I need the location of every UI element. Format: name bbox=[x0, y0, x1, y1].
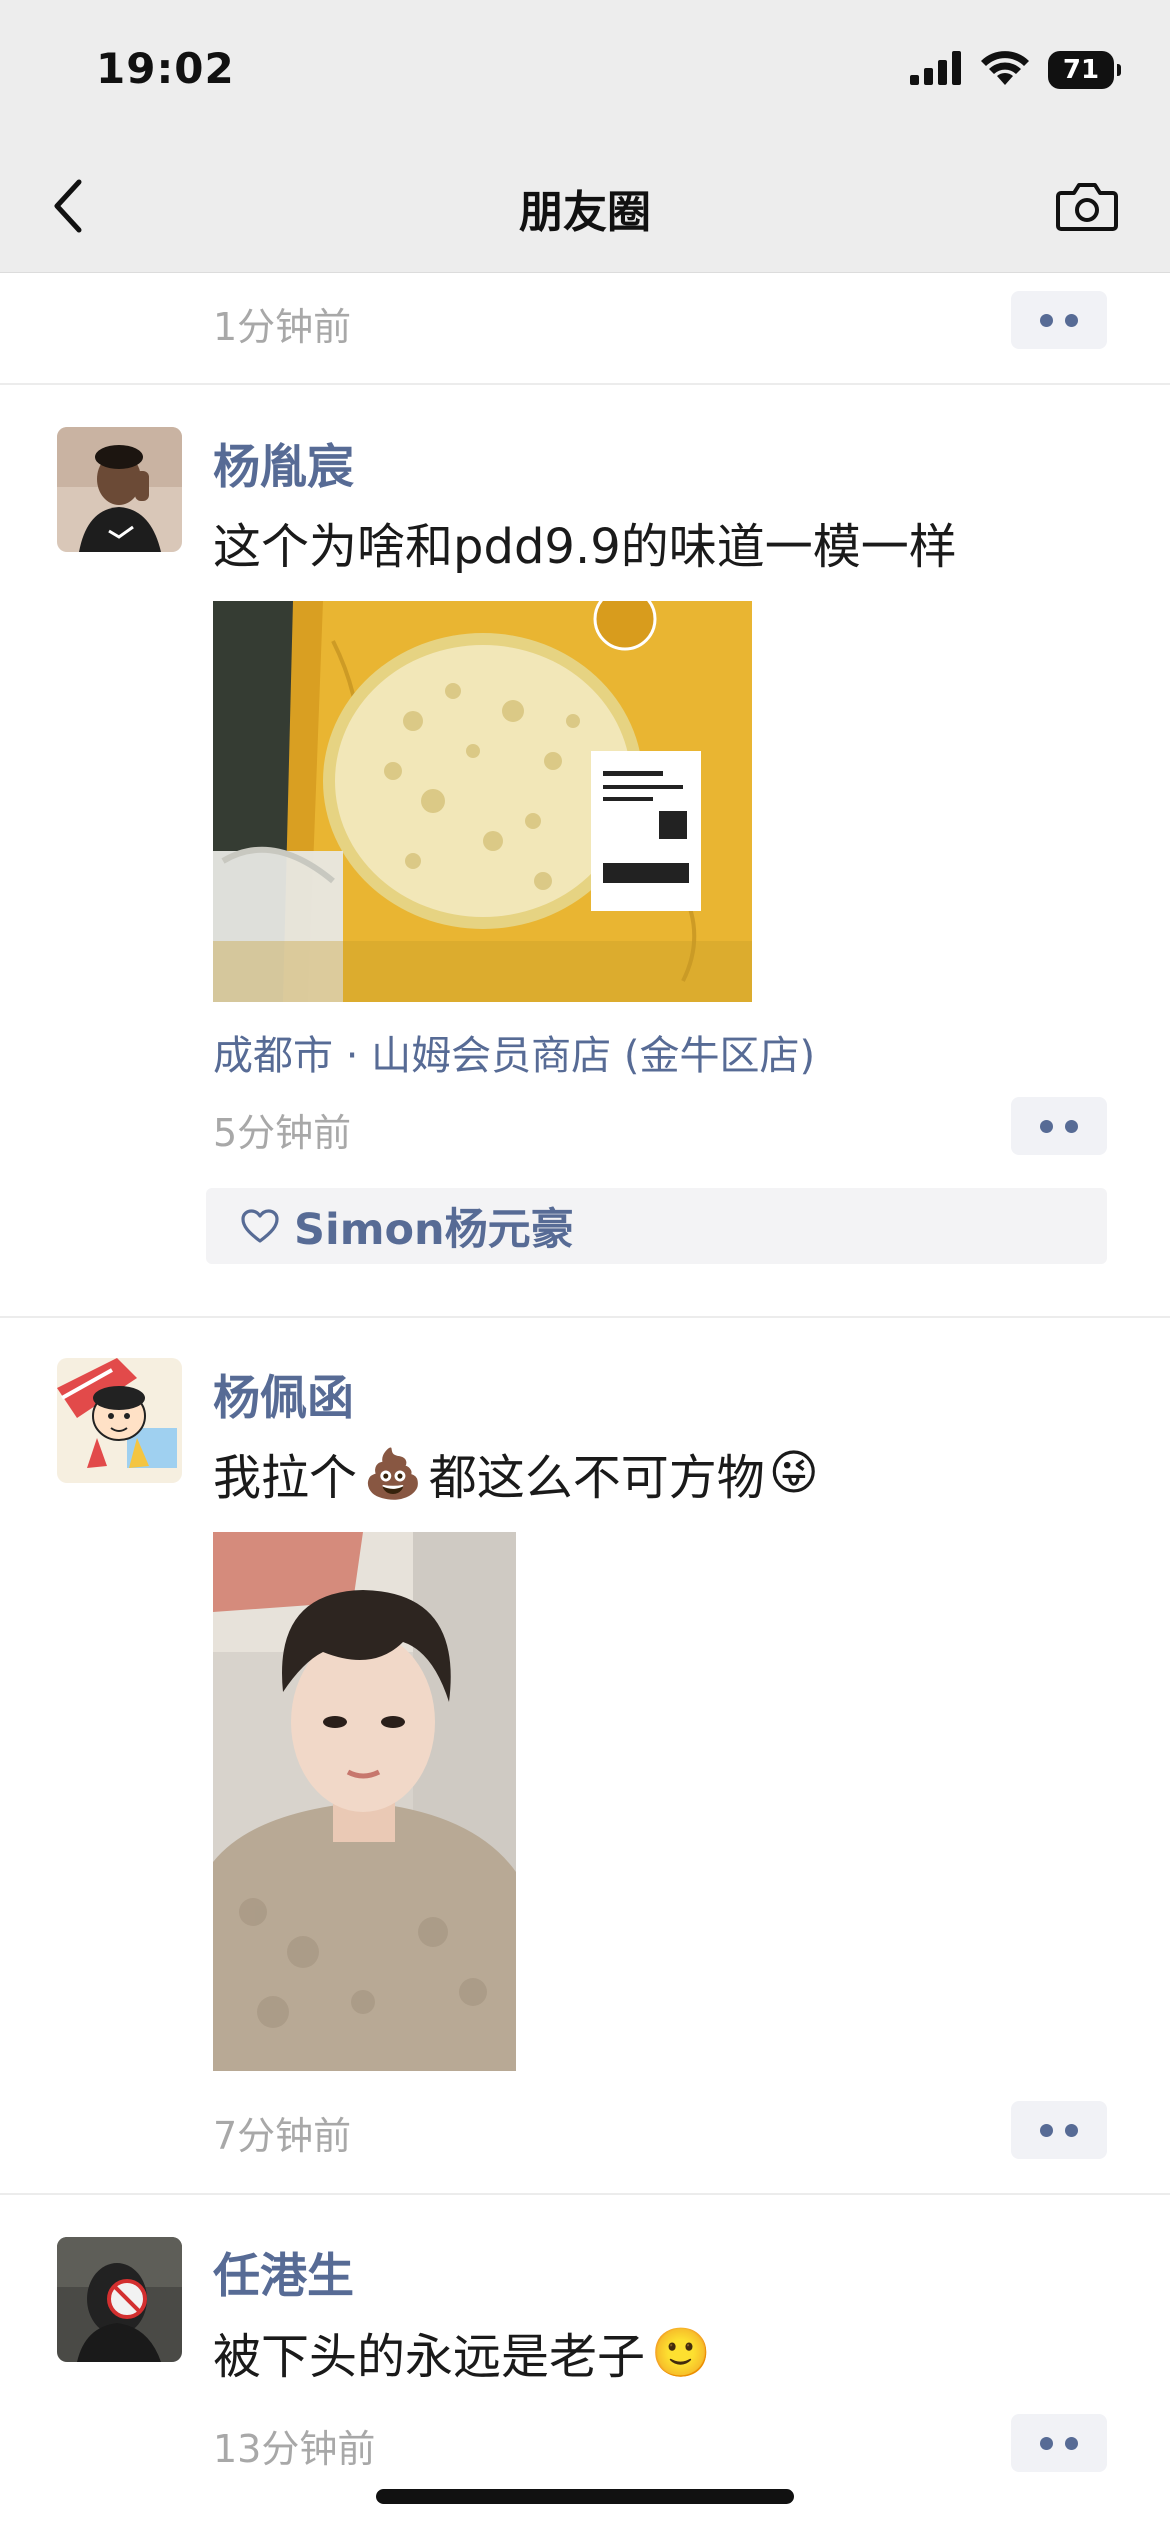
top-bar: 19:02 71 朋友圈 bbox=[0, 0, 1170, 273]
dot-icon bbox=[1065, 2436, 1078, 2450]
avatar[interactable] bbox=[57, 427, 182, 552]
post-text-content: 被下头的永远是老子 bbox=[213, 2329, 646, 2385]
post-author[interactable]: 杨胤宸 bbox=[213, 428, 354, 497]
likes-box: Simon杨元豪 bbox=[206, 1188, 1107, 1264]
post-timestamp: 13分钟前 bbox=[213, 2427, 376, 2471]
post-photo[interactable] bbox=[213, 601, 752, 1002]
post-author[interactable]: 任港生 bbox=[213, 2237, 354, 2306]
post-author[interactable]: 杨佩函 bbox=[213, 1359, 354, 1428]
dot-icon bbox=[1065, 2123, 1078, 2137]
post-divider bbox=[0, 1316, 1170, 1318]
wifi-icon bbox=[980, 50, 1030, 90]
avatar[interactable] bbox=[57, 2237, 182, 2362]
post-divider bbox=[0, 2193, 1170, 2195]
camera-icon bbox=[1056, 183, 1118, 231]
dot-icon bbox=[1065, 1119, 1078, 1133]
more-actions-button[interactable] bbox=[1011, 1097, 1107, 1155]
status-icons: 71 bbox=[910, 50, 1121, 90]
post-timestamp: 1分钟前 bbox=[213, 305, 352, 349]
post-text: 这个为啥和pdd9.9的味道一模一样 bbox=[213, 507, 957, 577]
post-location[interactable]: 成都市 · 山姆会员商店 (金牛区店) bbox=[213, 1023, 815, 1081]
smiling-face-emoji: 🙂 bbox=[651, 2324, 711, 2381]
liker-name[interactable]: Simon杨元豪 bbox=[294, 1195, 574, 1257]
post-divider bbox=[0, 383, 1170, 385]
dot-icon bbox=[1040, 2436, 1053, 2450]
post-text-before: 我拉个 bbox=[213, 1450, 358, 1506]
moments-feed: 1分钟前 杨胤宸 这个为啥和pdd9.9的味道一模一样 成都市 · 山姆会员商店… bbox=[0, 0, 1170, 2532]
post-text: 我拉个 💩 都这么不可方物 😜 bbox=[213, 1438, 819, 1508]
more-actions-button[interactable] bbox=[1011, 2414, 1107, 2472]
post-timestamp: 7分钟前 bbox=[213, 2114, 352, 2158]
heart-icon bbox=[241, 1209, 279, 1243]
cellular-signal-icon bbox=[910, 51, 962, 89]
dot-icon bbox=[1065, 313, 1078, 327]
home-indicator[interactable] bbox=[376, 2489, 794, 2504]
battery-level: 71 bbox=[1062, 55, 1100, 85]
more-actions-button[interactable] bbox=[1011, 2101, 1107, 2159]
post-timestamp: 5分钟前 bbox=[213, 1111, 352, 1155]
status-time: 19:02 bbox=[96, 44, 235, 93]
winking-tongue-emoji: 😜 bbox=[768, 1445, 819, 1501]
battery-icon: 71 bbox=[1048, 51, 1121, 89]
post-text-after: 都这么不可方物 bbox=[428, 1450, 765, 1506]
post-photo[interactable] bbox=[213, 1532, 516, 2071]
camera-button[interactable] bbox=[1054, 178, 1120, 234]
dot-icon bbox=[1040, 1119, 1053, 1133]
avatar[interactable] bbox=[57, 1358, 182, 1483]
dot-icon bbox=[1040, 2123, 1053, 2137]
post-text-content: 这个为啥和pdd9.9的味道一模一样 bbox=[213, 519, 957, 575]
dot-icon bbox=[1040, 313, 1053, 327]
page-title: 朋友圈 bbox=[519, 187, 651, 238]
post-text: 被下头的永远是老子 🙂 bbox=[213, 2317, 711, 2387]
poop-emoji: 💩 bbox=[363, 1445, 423, 1502]
more-actions-button[interactable] bbox=[1011, 291, 1107, 349]
